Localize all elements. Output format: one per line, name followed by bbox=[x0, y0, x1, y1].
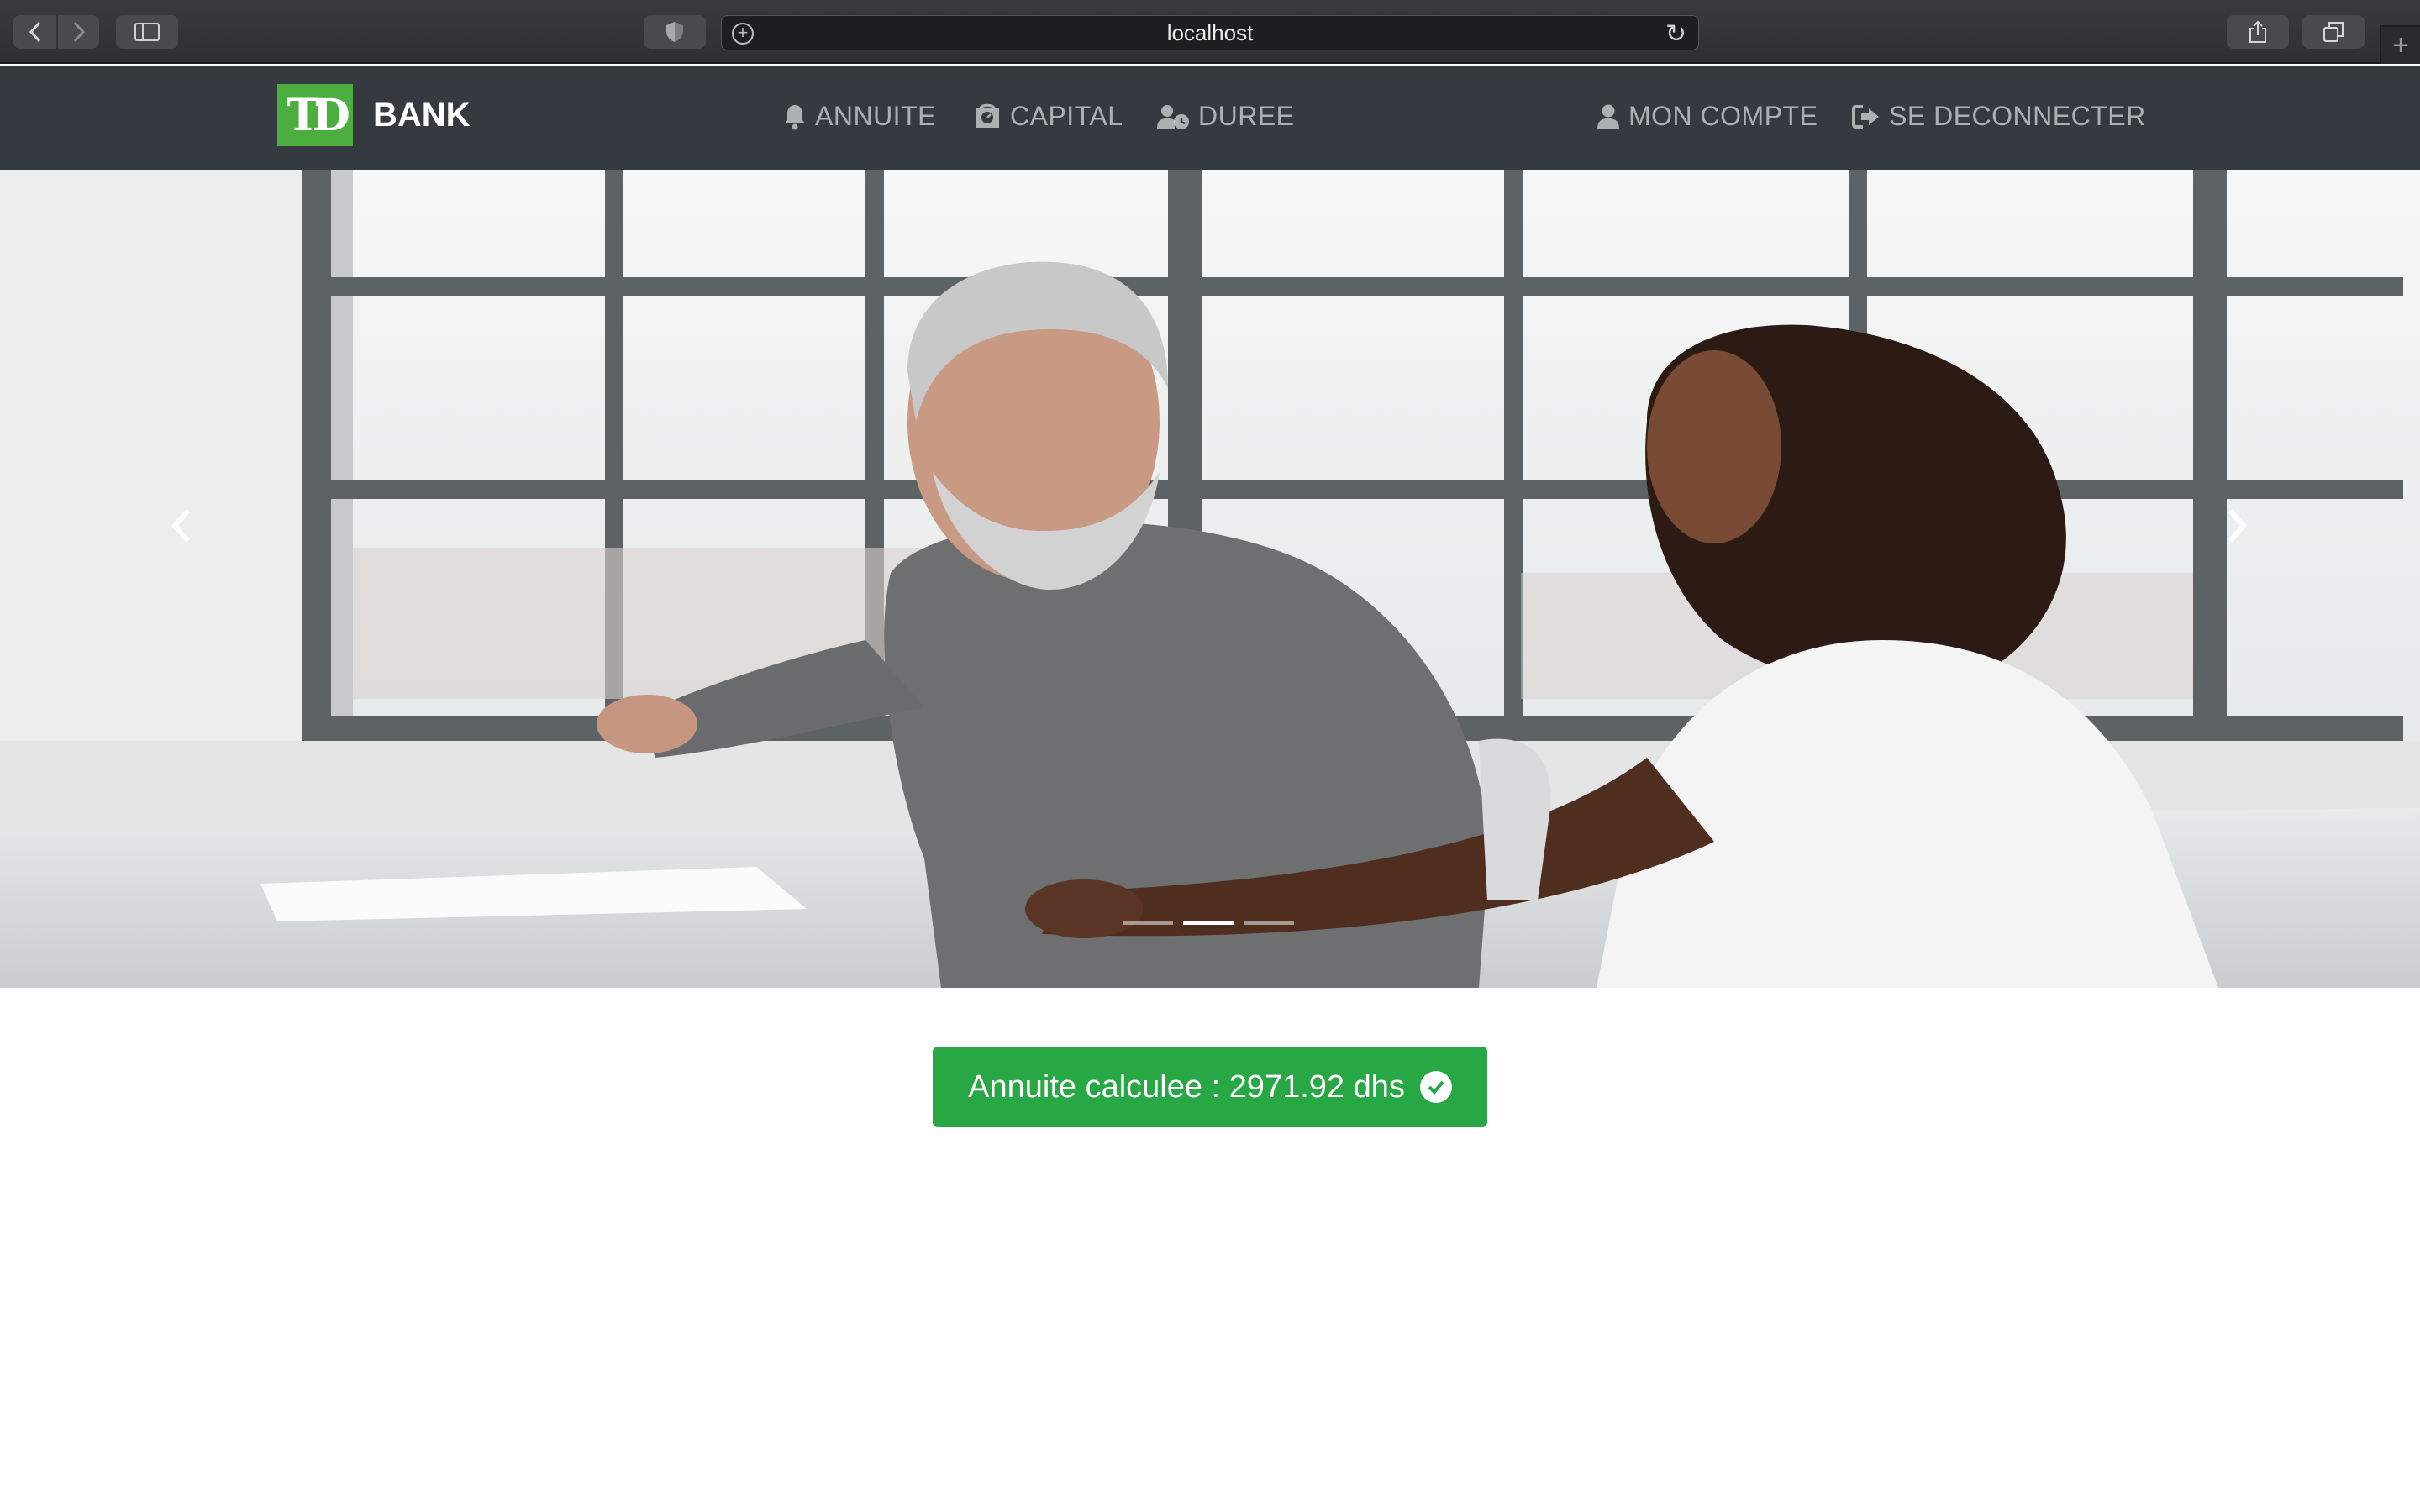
carousel-prev-button[interactable] bbox=[156, 501, 207, 551]
nav-link-label: MON COMPTE bbox=[1628, 101, 1818, 131]
chevron-right-icon bbox=[73, 21, 85, 43]
hero-carousel bbox=[0, 170, 2420, 988]
back-button[interactable] bbox=[13, 15, 56, 49]
nav-link-label: CAPITAL bbox=[1010, 101, 1123, 131]
url-text: localhost bbox=[1166, 19, 1254, 45]
chevron-left-icon bbox=[171, 509, 191, 543]
sidebar-toggle-button[interactable] bbox=[116, 15, 178, 49]
logout-link[interactable]: SE DECONNECTER bbox=[1852, 101, 2146, 132]
tab-overview-button[interactable] bbox=[2302, 15, 2365, 49]
site-navbar: TD BANK ANNUITE CAPITAL DUREE MON COMPTE… bbox=[0, 66, 2420, 170]
sign-out-icon bbox=[1852, 104, 1879, 129]
nav-link-annuite[interactable]: ANNUITE bbox=[783, 101, 936, 132]
shield-icon bbox=[666, 22, 683, 42]
add-bookmark-icon[interactable]: + bbox=[732, 23, 754, 45]
user-clock-icon bbox=[1157, 104, 1189, 129]
carousel-indicator-active[interactable] bbox=[1183, 921, 1234, 925]
nav-link-label: DUREE bbox=[1198, 101, 1295, 131]
share-icon bbox=[2249, 20, 2266, 43]
share-button[interactable] bbox=[2227, 15, 2289, 49]
carousel-indicator[interactable] bbox=[1244, 921, 1294, 925]
new-tab-button[interactable]: + bbox=[2380, 25, 2420, 64]
office-meeting-photo bbox=[0, 170, 2420, 988]
carousel-indicator[interactable] bbox=[1123, 921, 1173, 925]
nav-link-label: ANNUITE bbox=[815, 101, 936, 131]
history-nav-buttons bbox=[13, 15, 99, 49]
brand-link[interactable]: TD BANK bbox=[277, 84, 471, 146]
td-logo: TD bbox=[277, 84, 353, 146]
carousel-next-button[interactable] bbox=[2212, 501, 2262, 551]
nav-link-label: SE DECONNECTER bbox=[1889, 101, 2146, 131]
chevron-right-icon bbox=[2228, 509, 2248, 543]
annuity-result-alert: Annuite calculee : 2971.92 dhs bbox=[933, 1047, 1487, 1127]
annuity-result-text: Annuite calculee : 2971.92 dhs bbox=[968, 1068, 1405, 1105]
carousel-indicators bbox=[1123, 921, 1294, 925]
browser-toolbar: + localhost ↻ + bbox=[0, 0, 2420, 64]
privacy-report-button[interactable] bbox=[644, 15, 706, 49]
sidebar-icon bbox=[134, 23, 160, 41]
chevron-left-icon bbox=[29, 21, 40, 43]
brand-name: BANK bbox=[373, 96, 471, 134]
calculator-icon bbox=[976, 103, 999, 128]
bell-icon bbox=[785, 104, 805, 129]
check-circle-icon bbox=[1419, 1071, 1452, 1103]
tabs-icon bbox=[2323, 22, 2344, 42]
forward-button[interactable] bbox=[56, 15, 99, 49]
nav-link-mon-compte[interactable]: MON COMPTE bbox=[1597, 101, 1818, 132]
nav-link-duree[interactable]: DUREE bbox=[1156, 101, 1295, 132]
user-icon bbox=[1597, 104, 1619, 129]
address-bar[interactable]: + localhost ↻ bbox=[721, 15, 1699, 50]
nav-link-capital[interactable]: CAPITAL bbox=[973, 101, 1123, 132]
reload-icon[interactable]: ↻ bbox=[1665, 19, 1686, 49]
